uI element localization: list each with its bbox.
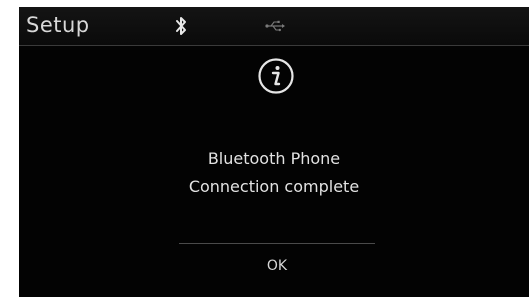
dialog-message: Bluetooth Phone Connection complete <box>19 145 529 201</box>
ok-button[interactable]: OK <box>179 249 375 283</box>
button-divider <box>179 243 375 244</box>
top-bar: Setup <box>19 7 529 46</box>
message-line-1: Bluetooth Phone <box>207 149 341 168</box>
bluetooth-icon <box>176 17 186 35</box>
info-icon <box>258 58 294 94</box>
head-unit-screen: Setup Bluetooth Phone Connection complet… <box>19 7 529 297</box>
page-title: Setup <box>26 13 90 37</box>
ok-button-label: OK <box>266 258 288 274</box>
message-line-2: Connection complete <box>188 177 360 196</box>
usb-icon <box>265 20 285 32</box>
